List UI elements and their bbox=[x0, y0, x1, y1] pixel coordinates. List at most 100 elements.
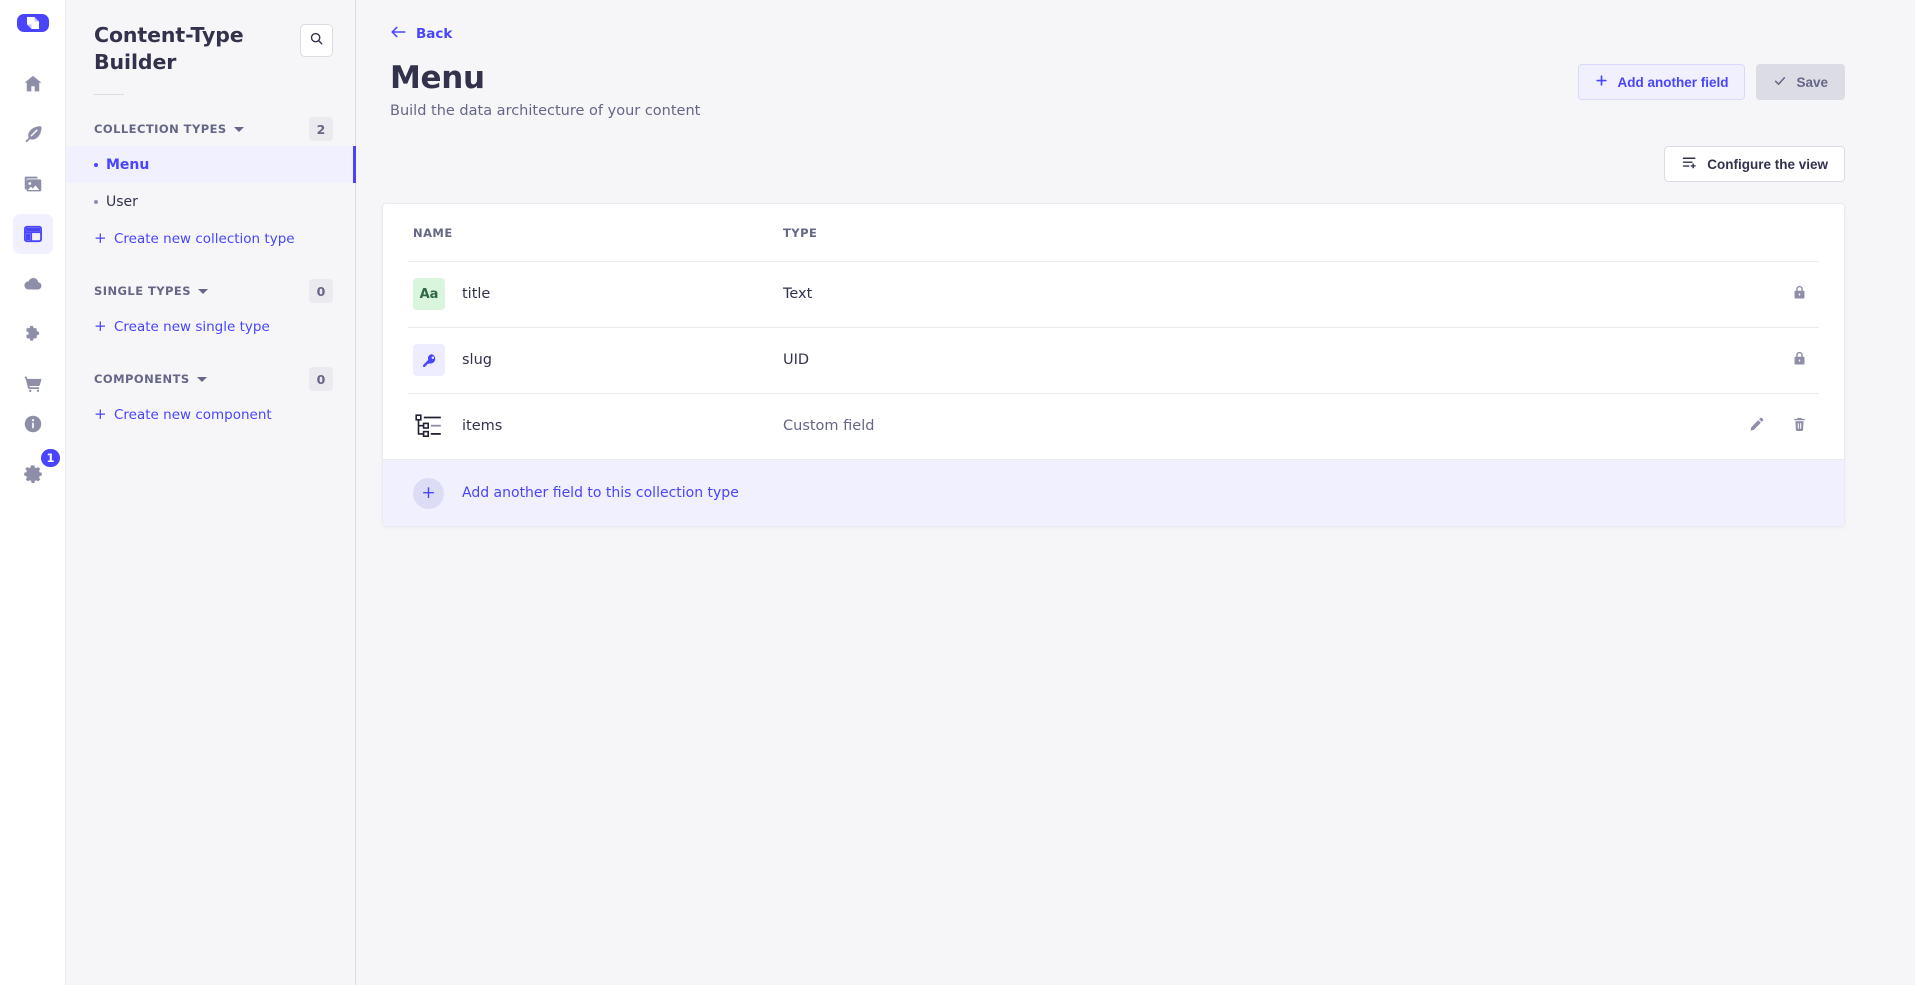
sidebar-section-single-types[interactable]: SINGLE TYPES 0 bbox=[66, 274, 355, 308]
section-label: COMPONENTS bbox=[94, 372, 190, 386]
section-label: SINGLE TYPES bbox=[94, 284, 191, 298]
create-label: Create new collection type bbox=[114, 231, 295, 247]
section-count: 0 bbox=[309, 279, 333, 303]
add-another-field-button[interactable]: Add another field bbox=[1578, 64, 1745, 100]
content-type-sidebar: Content-Type Builder COLLECTION TYPES 2 … bbox=[66, 0, 356, 985]
puzzle-icon bbox=[22, 323, 44, 345]
bullet-icon bbox=[94, 200, 98, 204]
cart-icon bbox=[22, 373, 44, 395]
create-new-collection-type-link[interactable]: + Create new collection type bbox=[66, 220, 355, 257]
sidebar-divider bbox=[94, 94, 124, 95]
plus-icon bbox=[1595, 74, 1608, 90]
cloud-icon bbox=[22, 273, 44, 295]
search-icon bbox=[309, 31, 324, 50]
lock-icon bbox=[1791, 284, 1808, 305]
tree-field-icon bbox=[413, 410, 445, 442]
configure-the-view-button[interactable]: Configure the view bbox=[1664, 146, 1845, 182]
row-actions bbox=[1644, 284, 1814, 305]
bullet-icon bbox=[94, 163, 98, 167]
sidebar-header: Content-Type Builder bbox=[66, 0, 355, 76]
rail-bottom-items: 1 bbox=[0, 404, 65, 985]
page-header: Back Menu Build the data architecture of… bbox=[356, 0, 1915, 119]
list-settings-icon bbox=[1681, 154, 1698, 174]
sidebar-item-label: User bbox=[106, 194, 138, 210]
field-name-label: title bbox=[462, 286, 490, 302]
section-count: 0 bbox=[309, 367, 333, 391]
rail-item-content-manager[interactable] bbox=[13, 114, 53, 154]
create-label: Create new component bbox=[114, 407, 272, 423]
gear-icon bbox=[22, 463, 44, 485]
field-name-cell: slug bbox=[413, 344, 783, 376]
images-icon bbox=[22, 173, 44, 195]
table-row[interactable]: Aa title Text bbox=[383, 261, 1844, 327]
layout-icon bbox=[22, 223, 44, 245]
sidebar-item-menu[interactable]: Menu bbox=[66, 146, 355, 183]
add-another-field-label: Add another field bbox=[1617, 75, 1728, 90]
main-content: Back Menu Build the data architecture of… bbox=[356, 0, 1915, 985]
add-another-field-row[interactable]: + Add another field to this collection t… bbox=[383, 459, 1844, 526]
rail-item-home[interactable] bbox=[13, 64, 53, 104]
header-actions: Add another field Save bbox=[1578, 64, 1845, 100]
field-type-label: Custom field bbox=[783, 418, 1644, 434]
settings-badge: 1 bbox=[39, 447, 61, 469]
field-name-label: items bbox=[462, 418, 502, 434]
rail-item-info[interactable] bbox=[13, 404, 53, 444]
sidebar-section-components[interactable]: COMPONENTS 0 bbox=[66, 362, 355, 396]
primary-nav-rail: 1 bbox=[0, 0, 66, 985]
save-button[interactable]: Save bbox=[1756, 64, 1845, 100]
page-subtitle: Build the data architecture of your cont… bbox=[390, 103, 1845, 119]
chevron-down-icon bbox=[198, 289, 208, 294]
lock-icon bbox=[1791, 350, 1808, 371]
configure-the-view-label: Configure the view bbox=[1707, 157, 1828, 172]
delete-trash-icon[interactable] bbox=[1791, 416, 1808, 437]
check-icon bbox=[1773, 74, 1787, 91]
field-type-label: Text bbox=[783, 286, 1644, 302]
plus-icon: + bbox=[94, 319, 106, 334]
column-header-type: TYPE bbox=[783, 226, 1814, 240]
save-label: Save bbox=[1796, 75, 1828, 90]
create-label: Create new single type bbox=[114, 319, 270, 335]
sidebar-item-user[interactable]: User bbox=[66, 183, 355, 220]
chevron-down-icon bbox=[234, 127, 244, 132]
fields-table-card: NAME TYPE Aa title Text bbox=[382, 203, 1845, 527]
rail-item-marketplace[interactable] bbox=[13, 364, 53, 404]
rail-item-media-library[interactable] bbox=[13, 164, 53, 204]
app-root: 1 Content-Type Builder COLLECTION TYPES … bbox=[0, 0, 1915, 985]
search-button[interactable] bbox=[300, 24, 333, 57]
rail-item-cloud[interactable] bbox=[13, 264, 53, 304]
rail-item-plugins[interactable] bbox=[13, 314, 53, 354]
plus-icon: + bbox=[413, 478, 444, 509]
field-name-cell: items bbox=[413, 410, 783, 442]
create-new-single-type-link[interactable]: + Create new single type bbox=[66, 308, 355, 345]
rail-items bbox=[0, 64, 65, 404]
info-icon bbox=[22, 413, 44, 435]
plus-icon: + bbox=[94, 407, 106, 422]
create-new-component-link[interactable]: + Create new component bbox=[66, 396, 355, 433]
table-row[interactable]: items Custom field bbox=[383, 393, 1844, 459]
row-actions bbox=[1644, 350, 1814, 371]
home-icon bbox=[22, 73, 44, 95]
field-name-cell: Aa title bbox=[413, 278, 783, 310]
back-label: Back bbox=[416, 26, 452, 42]
add-another-field-row-label: Add another field to this collection typ… bbox=[462, 485, 739, 501]
strapi-logo-icon[interactable] bbox=[17, 14, 49, 32]
sidebar-title: Content-Type Builder bbox=[94, 22, 274, 76]
back-link[interactable]: Back bbox=[390, 25, 452, 43]
configure-view-row: Configure the view bbox=[356, 119, 1915, 182]
row-actions bbox=[1644, 416, 1814, 437]
section-label: COLLECTION TYPES bbox=[94, 122, 227, 136]
column-header-name: NAME bbox=[413, 226, 783, 240]
table-header-row: NAME TYPE bbox=[383, 204, 1844, 261]
sidebar-item-label: Menu bbox=[106, 157, 149, 173]
plus-icon: + bbox=[94, 231, 106, 246]
rail-item-content-type-builder[interactable] bbox=[13, 214, 53, 254]
rail-item-settings[interactable]: 1 bbox=[13, 454, 53, 494]
sidebar-section-collection-types[interactable]: COLLECTION TYPES 2 bbox=[66, 112, 355, 146]
field-name-label: slug bbox=[462, 352, 492, 368]
table-row[interactable]: slug UID bbox=[383, 327, 1844, 393]
chevron-down-icon bbox=[197, 377, 207, 382]
text-field-icon: Aa bbox=[413, 278, 445, 310]
field-type-label: UID bbox=[783, 352, 1644, 368]
edit-pencil-icon[interactable] bbox=[1748, 416, 1765, 437]
arrow-left-icon bbox=[390, 25, 407, 43]
